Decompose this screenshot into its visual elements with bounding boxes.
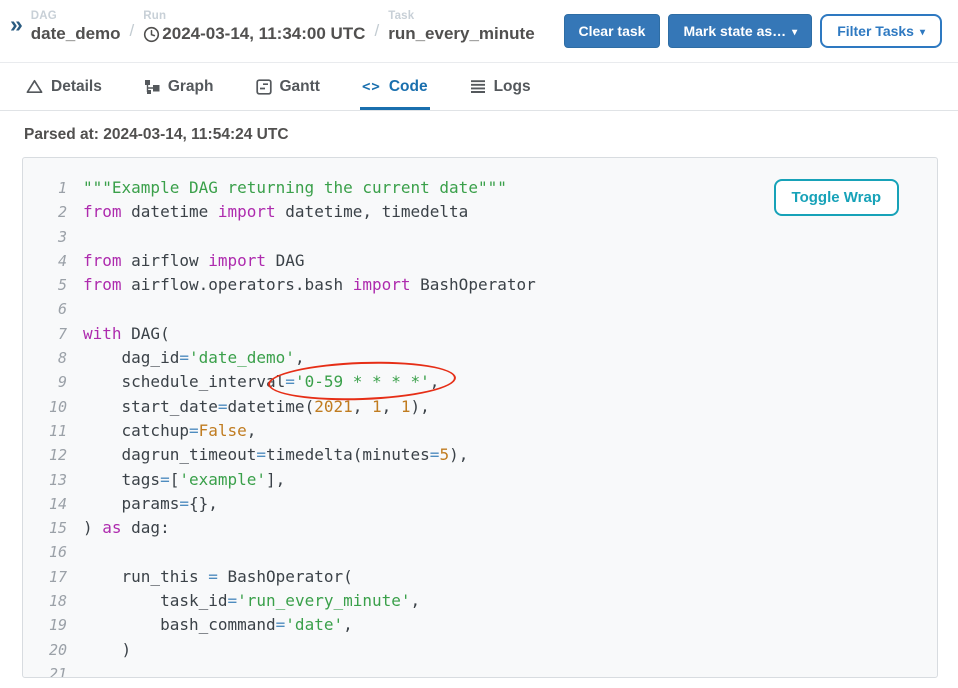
header-actions: Clear task Mark state as…▾ Filter Tasks▾	[564, 10, 943, 48]
dag-code-panel: Toggle Wrap 1 """Example DAG returning th…	[22, 157, 938, 678]
code-text: params={},	[83, 492, 218, 516]
code-text: from airflow.operators.bash import BashO…	[83, 273, 536, 297]
code-line: 13 tags=['example'],	[23, 468, 937, 492]
code-text: catchup=False,	[83, 419, 256, 443]
tab-label: Graph	[168, 78, 214, 96]
filter-tasks-dropdown[interactable]: Filter Tasks▾	[820, 14, 942, 48]
breadcrumb-separator: /	[130, 21, 135, 44]
code-text: start_date=datetime(2021, 1, 1),	[83, 395, 430, 419]
parsed-at-text: Parsed at: 2024-03-14, 11:54:24 UTC	[24, 126, 958, 144]
line-number: 2	[23, 200, 67, 224]
breadcrumb-separator: /	[374, 21, 379, 44]
code-line: 12 dagrun_timeout=timedelta(minutes=5),	[23, 443, 937, 467]
caret-down-icon: ▾	[792, 27, 797, 38]
line-number: 5	[23, 273, 67, 297]
breadcrumb-run-label: Run	[143, 10, 365, 22]
breadcrumb-task-label: Task	[388, 10, 534, 22]
code-text: ) as dag:	[83, 516, 170, 540]
code-text: bash_command='date',	[83, 613, 353, 637]
code-line: 11 catchup=False,	[23, 419, 937, 443]
code-text: from datetime import datetime, timedelta	[83, 200, 468, 224]
code-line: 17 run_this = BashOperator(	[23, 565, 937, 589]
clear-task-button[interactable]: Clear task	[564, 14, 661, 48]
line-number: 9	[23, 370, 67, 394]
gantt-chart-icon	[256, 79, 272, 95]
run-timestamp: 2024-03-14, 11:34:00 UTC	[162, 24, 365, 44]
details-triangle-icon	[26, 79, 43, 94]
breadcrumb-run: Run 2024-03-14, 11:34:00 UTC	[143, 10, 365, 44]
breadcrumb-dag-value[interactable]: date_demo	[31, 24, 121, 44]
code-text: """Example DAG returning the current dat…	[83, 176, 507, 200]
code-line: 8 dag_id='date_demo',	[23, 346, 937, 370]
tab-label: Logs	[494, 78, 531, 96]
code-line: 18 task_id='run_every_minute',	[23, 589, 937, 613]
code-line: 4 from airflow import DAG	[23, 249, 937, 273]
header: » DAG date_demo / Run 2024-03-14, 11:34:…	[0, 0, 958, 63]
code-line: 20 )	[23, 638, 937, 662]
sidebar-expand-icon[interactable]: »	[10, 13, 23, 36]
line-number: 19	[23, 613, 67, 637]
line-number: 12	[23, 443, 67, 467]
line-number: 7	[23, 322, 67, 346]
breadcrumb-task-value[interactable]: run_every_minute	[388, 24, 534, 44]
line-number: 21	[23, 662, 67, 678]
code-line: 7 with DAG(	[23, 322, 937, 346]
tab-label: Gantt	[280, 78, 320, 96]
code-text: from airflow import DAG	[83, 249, 305, 273]
code-line: 3	[23, 225, 937, 249]
tab-label: Details	[51, 78, 102, 96]
code-lines: 1 """Example DAG returning the current da…	[23, 158, 937, 678]
code-line: 21	[23, 662, 937, 678]
line-number: 16	[23, 540, 67, 564]
tab-details[interactable]: Details	[24, 63, 104, 110]
tab-code[interactable]: <> Code	[360, 63, 430, 110]
code-text: with DAG(	[83, 322, 170, 346]
code-text: schedule_interval='0-59 * * * *',	[83, 370, 439, 394]
line-number: 18	[23, 589, 67, 613]
tab-label: Code	[389, 78, 428, 96]
tab-gantt[interactable]: Gantt	[254, 63, 322, 110]
line-number: 4	[23, 249, 67, 273]
line-number: 14	[23, 492, 67, 516]
tab-logs[interactable]: Logs	[468, 63, 533, 110]
breadcrumb-dag-label: DAG	[31, 10, 121, 22]
code-line: 19 bash_command='date',	[23, 613, 937, 637]
line-number: 11	[23, 419, 67, 443]
code-line: 9 schedule_interval='0-59 * * * *',	[23, 370, 937, 394]
mark-state-as-dropdown[interactable]: Mark state as…▾	[668, 14, 812, 48]
code-line: 14 params={},	[23, 492, 937, 516]
line-number: 13	[23, 468, 67, 492]
code-text: dagrun_timeout=timedelta(minutes=5),	[83, 443, 468, 467]
line-number: 6	[23, 297, 67, 321]
code-text: task_id='run_every_minute',	[83, 589, 420, 613]
code-text: )	[83, 638, 131, 662]
code-text: run_this = BashOperator(	[83, 565, 353, 589]
line-number: 8	[23, 346, 67, 370]
caret-down-icon: ▾	[920, 27, 925, 38]
tab-bar: Details Graph Gantt <> Code Logs	[0, 63, 958, 111]
code-line: 5 from airflow.operators.bash import Bash…	[23, 273, 937, 297]
code-line: 10 start_date=datetime(2021, 1, 1),	[23, 395, 937, 419]
breadcrumb-task: Task run_every_minute	[388, 10, 534, 44]
code-line: 15 ) as dag:	[23, 516, 937, 540]
breadcrumb-dag: DAG date_demo	[31, 10, 121, 44]
code-brackets-icon: <>	[362, 79, 381, 95]
clock-icon	[143, 26, 160, 43]
graph-sitemap-icon	[144, 79, 160, 95]
logs-lines-icon	[470, 79, 486, 94]
code-text: tags=['example'],	[83, 468, 285, 492]
tab-graph[interactable]: Graph	[142, 63, 216, 110]
code-line: 6	[23, 297, 937, 321]
line-number: 15	[23, 516, 67, 540]
line-number: 3	[23, 225, 67, 249]
breadcrumb: DAG date_demo / Run 2024-03-14, 11:34:00…	[31, 10, 535, 44]
line-number: 17	[23, 565, 67, 589]
toggle-wrap-button[interactable]: Toggle Wrap	[774, 179, 899, 216]
line-number: 10	[23, 395, 67, 419]
code-text: dag_id='date_demo',	[83, 346, 305, 370]
breadcrumb-run-value[interactable]: 2024-03-14, 11:34:00 UTC	[143, 24, 365, 44]
code-line: 16	[23, 540, 937, 564]
line-number: 1	[23, 176, 67, 200]
line-number: 20	[23, 638, 67, 662]
